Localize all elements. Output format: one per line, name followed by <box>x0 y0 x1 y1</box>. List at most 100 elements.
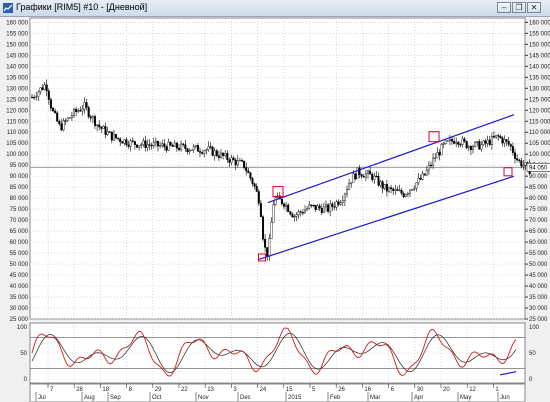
candle-body <box>171 144 174 147</box>
time-axis-month-label: Feb <box>330 395 341 401</box>
candle-body <box>448 138 451 141</box>
time-axis-month-label: Nov <box>198 395 209 401</box>
candle-body <box>243 160 246 168</box>
candle-body <box>102 126 105 129</box>
candle-body <box>70 115 73 118</box>
candle-body <box>152 142 155 146</box>
minimize-button[interactable]: – <box>497 2 511 13</box>
candle-body <box>379 181 382 186</box>
time-axis-day-label: 18 <box>102 387 109 393</box>
candle-body <box>388 187 391 192</box>
candle-body <box>364 173 367 178</box>
candle-body <box>198 151 201 153</box>
price-axis-label-right: 40 000 <box>529 284 548 290</box>
candle-body <box>421 173 424 180</box>
candle-body <box>520 160 523 167</box>
candle-body <box>62 120 65 131</box>
candle-body <box>295 214 298 217</box>
candle-body <box>58 121 61 125</box>
oscillator-axis-label-right: 50 <box>529 351 536 357</box>
candle <box>87 105 90 119</box>
candle-body <box>287 204 290 212</box>
candle-body <box>306 208 309 211</box>
candle-body <box>507 141 510 145</box>
candle-body <box>482 140 485 145</box>
candle-body <box>497 135 500 137</box>
price-axis-label-right: 45 000 <box>529 273 548 279</box>
price-axis-label-left: 155 000 <box>6 31 28 37</box>
candle-body <box>245 167 248 172</box>
candle-body <box>117 137 120 140</box>
candle-body <box>409 189 412 194</box>
candle-body <box>474 141 477 147</box>
candle-body <box>476 141 479 143</box>
candle-body <box>455 141 458 144</box>
time-axis-day-label: 20 <box>443 387 450 393</box>
price-axis-label-left: 120 000 <box>6 108 28 114</box>
candle-body <box>253 183 256 187</box>
candle-body <box>196 145 199 152</box>
chart-area[interactable]: 100 100 50 50 0 0 160 000 155 000 150 000 145 00… <box>0 16 550 402</box>
time-axis-month-label: Aug <box>84 395 95 401</box>
chart-window: Графики [RIM5] #10 - [Дневной] – ❐ ✕ 100… <box>0 0 550 402</box>
candle-body <box>463 138 466 142</box>
restore-button[interactable]: ❐ <box>512 2 526 13</box>
candle-body <box>180 143 183 150</box>
candle-body <box>213 150 216 156</box>
candle-body <box>318 205 321 209</box>
price-axis-label-left: 115 000 <box>7 119 29 125</box>
candle-body <box>106 131 109 135</box>
candle-body <box>100 126 103 129</box>
time-axis-month-label: Dec <box>240 395 251 401</box>
candle-body <box>251 177 254 184</box>
candle-body <box>184 144 187 149</box>
candle-body <box>161 143 164 146</box>
time-axis-day-label: 22 <box>181 387 188 393</box>
candle-body <box>350 182 353 184</box>
price-pane[interactable] <box>29 17 526 320</box>
close-button[interactable]: ✕ <box>527 2 541 13</box>
candle-body <box>215 150 218 156</box>
candle-body <box>325 204 328 208</box>
candle-body <box>56 112 59 122</box>
candle <box>257 188 260 206</box>
candle-body <box>493 136 496 138</box>
candle-body <box>297 211 300 215</box>
candle-body <box>190 149 193 151</box>
price-axis-label-left: 95 000 <box>10 163 29 169</box>
candle-body <box>415 182 418 189</box>
candle-body <box>177 147 180 150</box>
chart-app-icon <box>3 3 13 13</box>
candle-body <box>201 152 204 154</box>
time-axis-month-label: 2015 <box>288 395 302 401</box>
price-axis-label-right: 130 000 <box>529 86 550 92</box>
candle-body <box>430 164 433 167</box>
candle-body <box>54 110 57 114</box>
candle <box>190 149 193 151</box>
candle-body <box>343 193 346 201</box>
title-bar: Графики [RIM5] #10 - [Дневной] – ❐ ✕ <box>0 0 550 17</box>
candle-body <box>310 204 313 206</box>
candle-body <box>205 149 208 152</box>
candle-body <box>400 189 403 194</box>
price-axis-label-left: 135 000 <box>6 75 28 81</box>
price-axis-label-right: 135 000 <box>529 75 550 81</box>
candle-body <box>434 157 437 159</box>
candle-body <box>77 110 80 112</box>
candle-body <box>390 187 393 190</box>
candle-body <box>423 173 426 176</box>
candle-body <box>240 160 243 162</box>
candle-body <box>472 146 475 150</box>
candle <box>482 139 485 146</box>
candle-body <box>411 189 414 191</box>
candle-body <box>392 188 395 191</box>
price-axis-label-right: 85 000 <box>529 185 548 191</box>
time-axis-month-label: Oct <box>152 395 162 401</box>
time-axis-month-label: May <box>460 395 471 401</box>
candle-body <box>234 159 237 166</box>
candle-body <box>203 150 206 154</box>
candle-body <box>238 160 241 162</box>
candle-body <box>72 109 75 116</box>
candle-body <box>236 160 239 166</box>
candle-body <box>339 202 342 205</box>
